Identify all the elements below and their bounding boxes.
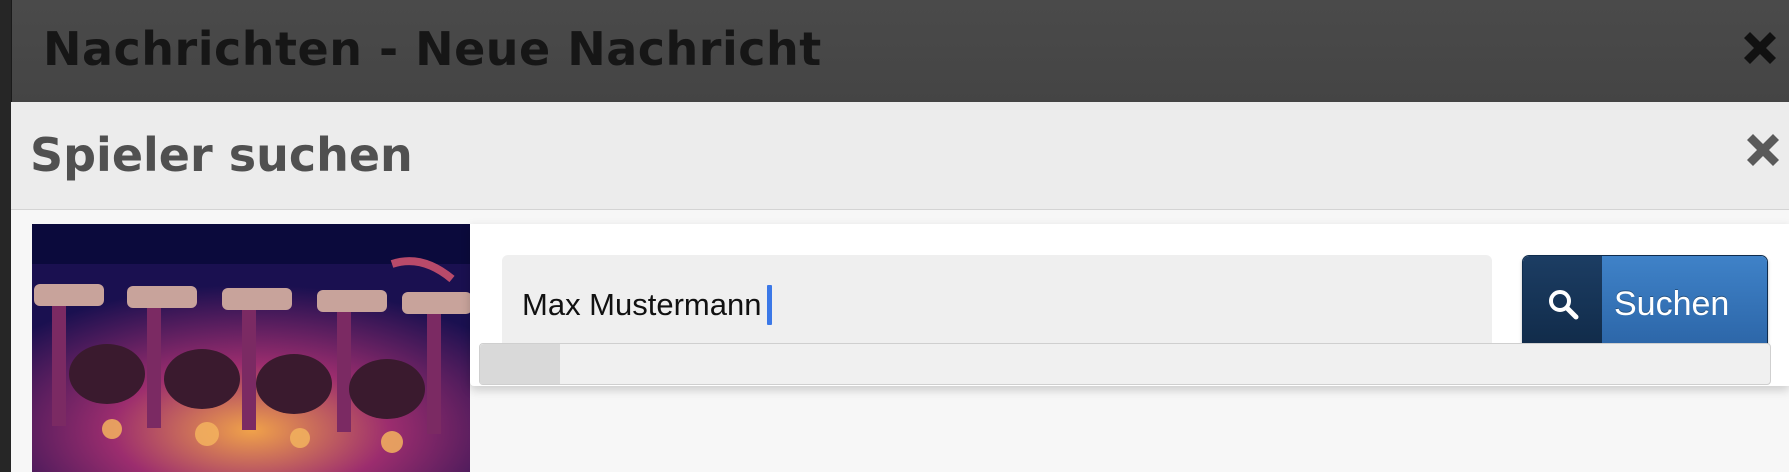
dialog-body: Max Mustermann Suchen	[11, 210, 1789, 472]
search-results-list[interactable]	[479, 343, 1771, 385]
dialog-header: Spieler suchen	[11, 102, 1789, 210]
result-list-header	[480, 344, 560, 384]
search-button[interactable]: Suchen	[1522, 255, 1768, 353]
dialog-title: Spieler suchen	[30, 128, 413, 182]
rollercoaster-photo	[32, 224, 470, 472]
text-caret	[767, 285, 773, 325]
background-window-title: Nachrichten - Neue Nachricht	[43, 22, 822, 76]
search-icon	[1548, 290, 1578, 320]
banner-image	[32, 224, 470, 472]
search-button-icon-area	[1523, 256, 1602, 352]
player-search-dialog: Spieler suchen Max Mustermann Suchen	[11, 102, 1789, 472]
close-icon[interactable]	[1741, 128, 1785, 172]
search-button-label: Suchen	[1602, 256, 1767, 352]
close-icon[interactable]	[1738, 26, 1782, 70]
player-search-input[interactable]: Max Mustermann	[502, 255, 1492, 355]
search-input-value: Max Mustermann	[522, 287, 762, 322]
